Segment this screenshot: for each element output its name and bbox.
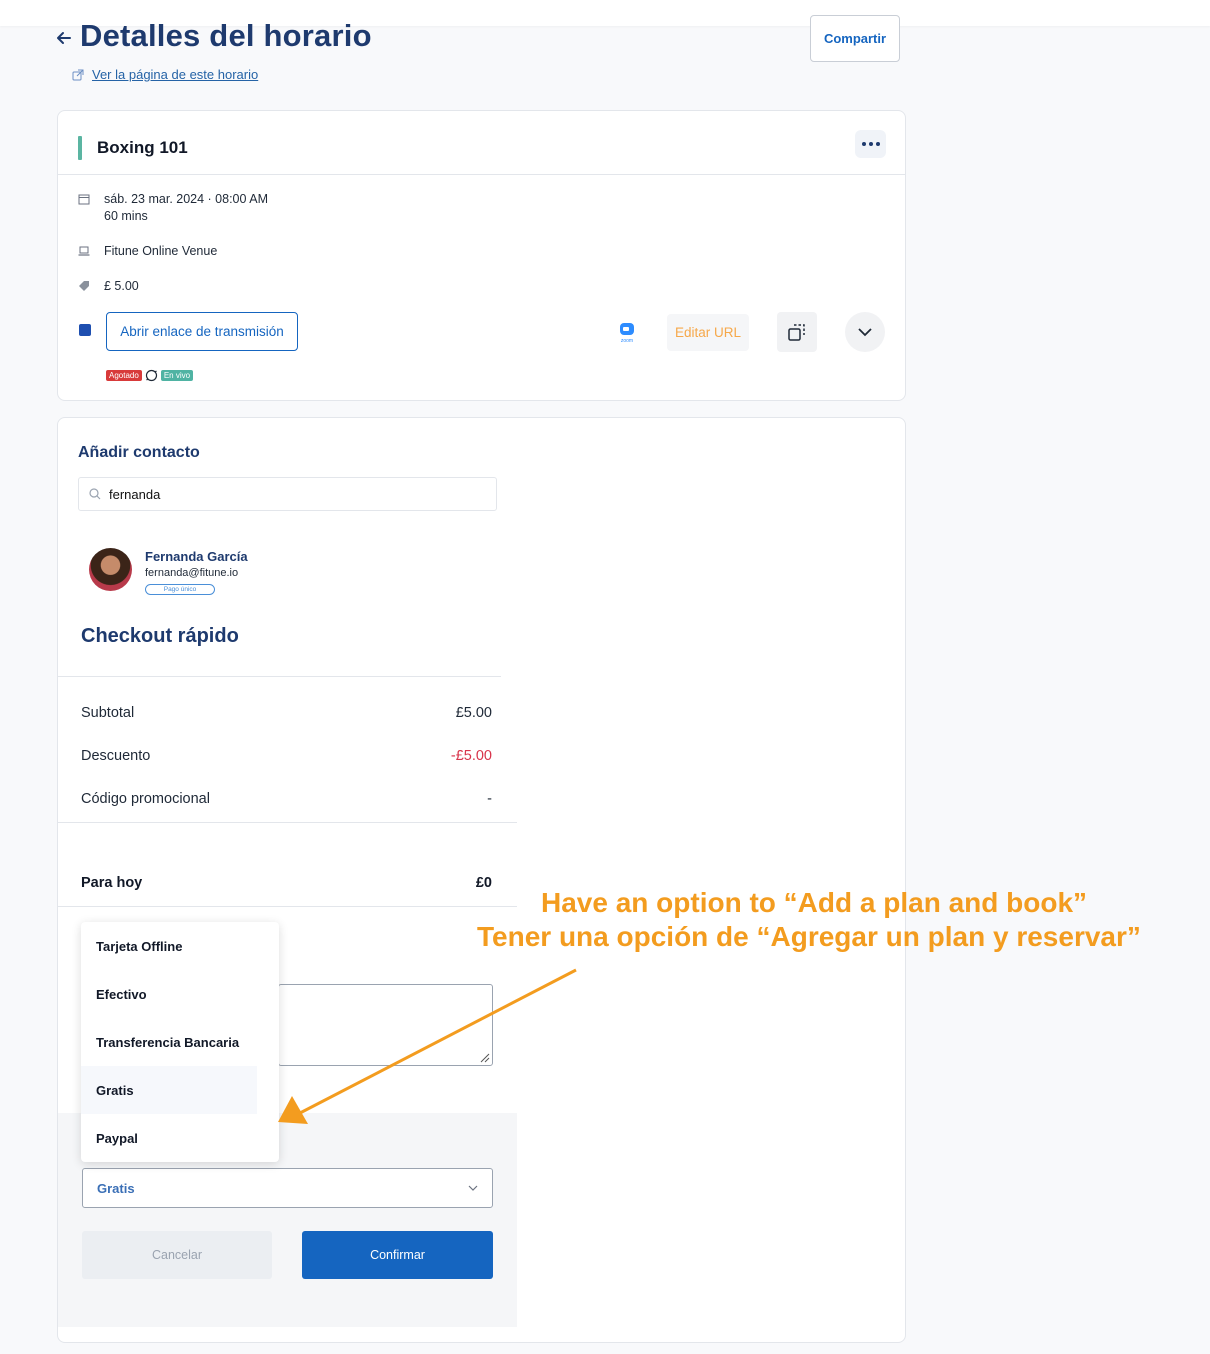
search-icon <box>89 488 101 500</box>
laptop-icon <box>78 246 90 256</box>
zoom-label: zoom <box>621 338 633 344</box>
divider <box>58 906 517 907</box>
contact-email: fernanda@fitune.io <box>145 567 239 579</box>
class-name: Boxing 101 <box>97 138 188 157</box>
chevron-down-icon <box>858 328 872 337</box>
contact-search-input[interactable]: fernanda <box>78 477 497 511</box>
open-stream-button[interactable]: Abrir enlace de transmisión <box>106 312 298 351</box>
avatar <box>89 548 132 591</box>
event-datetime: sáb. 23 mar. 2024 · 08:00 AM <box>104 192 268 206</box>
subtotal-value: £5.00 <box>455 705 492 721</box>
annotation-line-en: Have an option to “Add a plan and book” <box>541 887 1088 918</box>
venue-row: Fitune Online Venue <box>78 244 217 258</box>
annotation-arrow-icon <box>278 968 577 1124</box>
page-title: Detalles del horario <box>80 18 372 53</box>
annotation-line-es: Tener una opción de “Agregar un plan y r… <box>477 921 1141 952</box>
total-row: Para hoy £0 <box>81 875 492 891</box>
event-venue: Fitune Online Venue <box>104 244 218 258</box>
subtotal-label: Subtotal <box>81 705 135 721</box>
payment-method-value: Gratis <box>97 1180 135 1196</box>
divider <box>58 676 501 677</box>
event-duration: 60 mins <box>104 209 148 223</box>
expand-button[interactable] <box>845 312 885 352</box>
confirm-button[interactable]: Confirmar <box>302 1231 493 1279</box>
tag-icon <box>79 281 89 291</box>
payment-option-cash[interactable]: Efectivo <box>81 970 279 1018</box>
zoom-icon[interactable]: zoom <box>617 322 637 344</box>
view-page-link[interactable]: Ver la página de este horario <box>72 67 258 82</box>
link-icon <box>79 324 91 336</box>
total-value: £0 <box>475 875 492 891</box>
copy-icon <box>788 324 805 341</box>
sold-out-badge: Agotado <box>106 370 142 381</box>
payment-option-offline-card[interactable]: Tarjeta Offline <box>81 922 279 970</box>
view-page-link-label: Ver la página de este horario <box>92 67 259 82</box>
payment-method-select[interactable]: Gratis <box>82 1168 493 1208</box>
divider <box>58 822 517 823</box>
status-badges: Agotado En vivo <box>106 369 194 382</box>
accent-bar <box>78 136 82 160</box>
total-label: Para hoy <box>81 875 143 891</box>
payment-type-badge: Pago único <box>145 584 215 595</box>
more-options-button[interactable] <box>855 130 886 158</box>
datetime-row: sáb. 23 mar. 2024 · 08:00 AM 60 mins <box>78 192 268 223</box>
payment-method-dropdown: Tarjeta Offline Efectivo Transferencia B… <box>81 922 279 1162</box>
sync-icon <box>145 369 157 382</box>
payment-option-free[interactable]: Gratis <box>81 1066 257 1114</box>
discount-value: -£5.00 <box>450 748 492 764</box>
checkout-title: Checkout rápido <box>81 625 239 647</box>
subtotal-row: Subtotal £5.00 <box>81 705 492 721</box>
booking-card: Añadir contacto fernanda Fernanda García… <box>57 417 906 1343</box>
event-card: Boxing 101 sáb. 23 mar. 2024 · 08:00 AM … <box>57 110 906 401</box>
promo-row: Código promocional - <box>81 791 492 807</box>
chevron-down-icon <box>468 1185 478 1191</box>
event-price: £ 5.00 <box>104 279 139 293</box>
discount-label: Descuento <box>81 748 151 764</box>
event-card-header: Boxing 101 <box>58 111 905 175</box>
contact-name[interactable]: Fernanda García <box>145 549 248 564</box>
copy-button[interactable] <box>777 312 817 352</box>
add-contact-title: Añadir contacto <box>78 444 200 461</box>
edit-url-button[interactable]: Editar URL <box>667 314 749 351</box>
live-badge: En vivo <box>160 370 194 381</box>
external-link-icon <box>72 69 84 80</box>
back-arrow-icon[interactable] <box>54 28 74 48</box>
price-row: £ 5.00 <box>78 279 139 293</box>
payment-option-bank-transfer[interactable]: Transferencia Bancaria <box>81 1018 279 1066</box>
discount-row: Descuento -£5.00 <box>81 748 492 764</box>
promo-label: Código promocional <box>81 791 210 807</box>
search-value: fernanda <box>109 486 161 502</box>
calendar-icon <box>78 194 90 205</box>
share-button[interactable]: Compartir <box>810 15 900 62</box>
cancel-button[interactable]: Cancelar <box>82 1231 272 1279</box>
promo-value: - <box>487 791 492 807</box>
payment-option-paypal[interactable]: Paypal <box>81 1114 279 1162</box>
